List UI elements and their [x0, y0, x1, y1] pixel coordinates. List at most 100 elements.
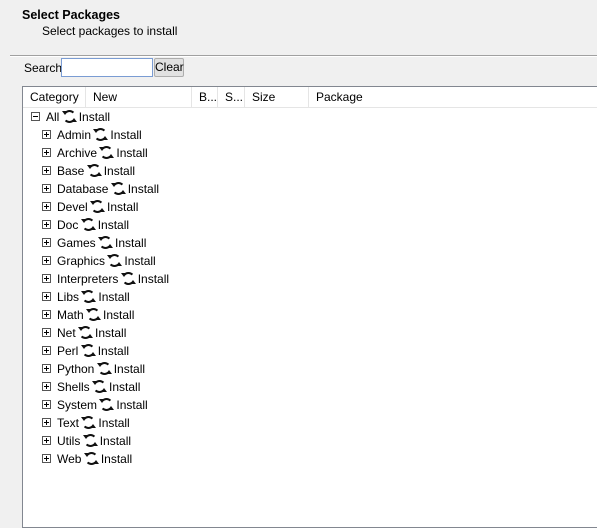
tree-row-all[interactable]: All Install — [31, 108, 110, 126]
action-label[interactable]: Install — [98, 290, 129, 304]
action-label[interactable]: Install — [103, 308, 134, 322]
tree-row-category[interactable]: Net Install — [42, 324, 126, 342]
expand-icon[interactable] — [42, 310, 51, 320]
action-label[interactable]: Install — [124, 254, 155, 268]
cycle-icon[interactable] — [120, 271, 136, 285]
cycle-icon[interactable] — [81, 415, 97, 429]
tree-row-category[interactable]: Archive Install — [42, 144, 148, 162]
expand-icon[interactable] — [42, 238, 51, 248]
expand-icon[interactable] — [42, 346, 51, 356]
tree-row-category[interactable]: Database Install — [42, 180, 159, 198]
category-label: Net — [57, 326, 76, 340]
tree-row-category[interactable]: Games Install — [42, 234, 146, 252]
expand-icon[interactable] — [42, 436, 51, 446]
clear-button[interactable]: Clear — [154, 58, 184, 77]
tree-row-category[interactable]: Graphics Install — [42, 252, 156, 270]
expand-icon[interactable] — [42, 400, 51, 410]
tree-row-category[interactable]: Libs Install — [42, 288, 130, 306]
action-label[interactable]: Install — [104, 164, 135, 178]
expand-icon[interactable] — [42, 418, 51, 428]
tree-row-category[interactable]: Math Install — [42, 306, 134, 324]
expand-icon[interactable] — [42, 292, 51, 302]
category-label: Text — [57, 416, 80, 430]
action-label[interactable]: Install — [128, 182, 159, 196]
tree-row-category[interactable]: Python Install — [42, 360, 145, 378]
cycle-icon[interactable] — [90, 199, 106, 213]
cycle-icon[interactable] — [93, 127, 109, 141]
tree-row-category[interactable]: Base Install — [42, 162, 135, 180]
category-label: Devel — [57, 200, 88, 214]
expand-icon[interactable] — [42, 148, 51, 158]
action-label[interactable]: Install — [98, 416, 129, 430]
search-input[interactable] — [61, 58, 153, 77]
expand-icon[interactable] — [42, 166, 51, 176]
category-label: System — [57, 398, 98, 412]
cycle-icon[interactable] — [110, 181, 126, 195]
expand-icon[interactable] — [42, 220, 51, 230]
cycle-icon[interactable] — [92, 379, 108, 393]
tree-row-category[interactable]: System Install — [42, 396, 148, 414]
collapse-icon[interactable] — [31, 112, 40, 122]
action-label[interactable]: Install — [115, 236, 146, 250]
expand-icon[interactable] — [42, 184, 51, 194]
action-label[interactable]: Install — [98, 344, 129, 358]
tree-row-category[interactable]: Utils Install — [42, 432, 131, 450]
action-label[interactable]: Install — [110, 128, 141, 142]
tree-row-category[interactable]: Shells Install — [42, 378, 140, 396]
expand-icon[interactable] — [42, 274, 51, 284]
cycle-icon[interactable] — [86, 163, 102, 177]
tree-row-category[interactable]: Web Install — [42, 450, 132, 468]
header-divider — [10, 55, 597, 57]
cycle-icon[interactable] — [81, 289, 97, 303]
action-label[interactable]: Install — [100, 434, 131, 448]
action-label[interactable]: Install — [107, 200, 138, 214]
category-label: Shells — [57, 380, 90, 394]
cycle-icon[interactable] — [99, 397, 115, 411]
cycle-icon[interactable] — [98, 235, 114, 249]
action-label[interactable]: Install — [101, 452, 132, 466]
cycle-icon[interactable] — [61, 109, 77, 123]
tree-row-category[interactable]: Devel Install — [42, 198, 138, 216]
column-binary[interactable]: B... — [192, 87, 218, 107]
cycle-icon[interactable] — [80, 217, 96, 231]
cycle-icon[interactable] — [80, 343, 96, 357]
action-label[interactable]: Install — [95, 326, 126, 340]
expand-icon[interactable] — [42, 328, 51, 338]
cycle-icon[interactable] — [83, 451, 99, 465]
tree-row-category[interactable]: Text Install — [42, 414, 130, 432]
category-label: Doc — [57, 218, 79, 232]
category-label: Python — [57, 362, 95, 376]
action-label[interactable]: Install — [114, 362, 145, 376]
column-category[interactable]: Category — [23, 87, 86, 107]
cycle-icon[interactable] — [107, 253, 123, 267]
cycle-icon[interactable] — [78, 325, 94, 339]
expand-icon[interactable] — [42, 256, 51, 266]
package-tree[interactable]: Category New B... S... Size Package All … — [22, 86, 597, 528]
action-label[interactable]: Install — [116, 146, 147, 160]
column-new[interactable]: New — [86, 87, 192, 107]
expand-icon[interactable] — [42, 202, 51, 212]
cycle-icon[interactable] — [82, 433, 98, 447]
cycle-icon[interactable] — [86, 307, 102, 321]
expand-icon[interactable] — [42, 130, 51, 140]
action-label[interactable]: Install — [138, 272, 169, 286]
expand-icon[interactable] — [42, 454, 51, 464]
column-source[interactable]: S... — [218, 87, 245, 107]
expand-icon[interactable] — [42, 382, 51, 392]
tree-row-category[interactable]: Perl Install — [42, 342, 129, 360]
category-label: Admin — [57, 128, 92, 142]
tree-row-category[interactable]: Interpreters Install — [42, 270, 169, 288]
tree-row-category[interactable]: Doc Install — [42, 216, 129, 234]
column-size[interactable]: Size — [245, 87, 309, 107]
column-package[interactable]: Package — [309, 87, 597, 107]
column-header-row: Category New B... S... Size Package — [23, 87, 597, 108]
action-label[interactable]: Install — [98, 218, 129, 232]
cycle-icon[interactable] — [96, 361, 112, 375]
action-label[interactable]: Install — [109, 380, 140, 394]
expand-icon[interactable] — [42, 364, 51, 374]
tree-row-category[interactable]: Admin Install — [42, 126, 142, 144]
search-bar: Search Clear — [24, 58, 424, 78]
cycle-icon[interactable] — [99, 145, 115, 159]
action-label[interactable]: Install — [79, 110, 110, 124]
action-label[interactable]: Install — [116, 398, 147, 412]
